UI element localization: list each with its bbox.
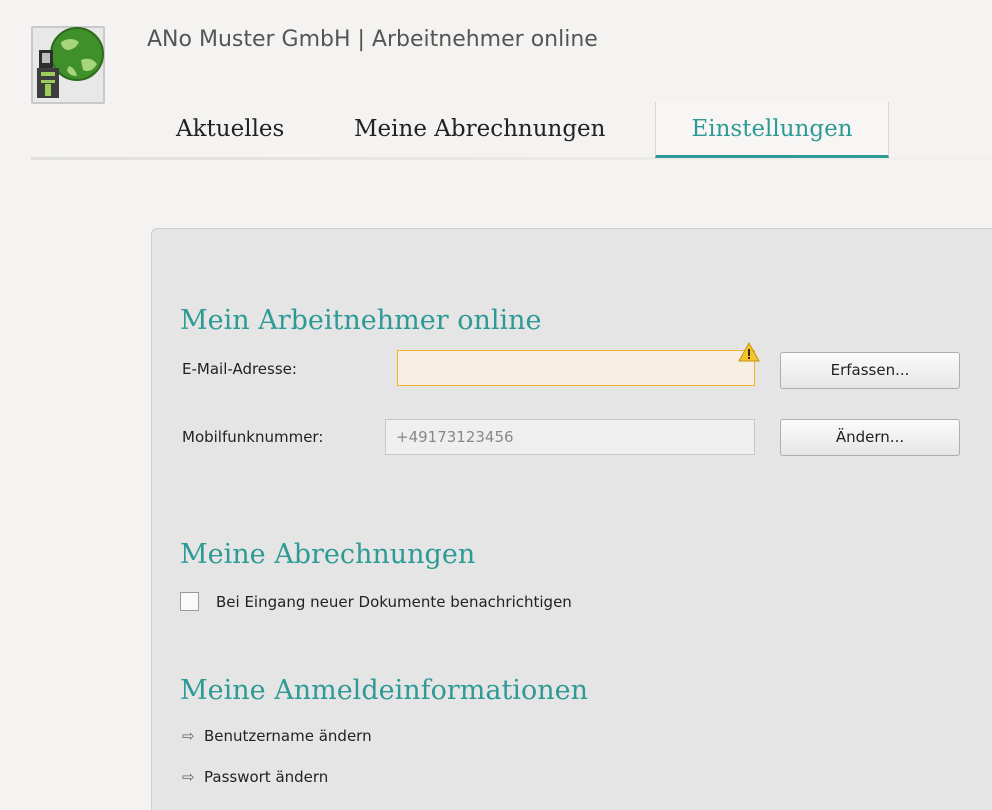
- section-title-statements: Meine Abrechnungen: [180, 539, 476, 570]
- section-title-account: Mein Arbeitnehmer online: [180, 305, 542, 336]
- arrow-right-icon: ⇨: [182, 727, 195, 745]
- arrow-right-icon: ⇨: [182, 768, 195, 786]
- change-password-label: Passwort ändern: [204, 768, 329, 786]
- globe-user-logo-icon: [31, 20, 109, 106]
- change-username-link[interactable]: ⇨ Benutzername ändern: [182, 727, 372, 745]
- warning-icon: [738, 341, 760, 363]
- mobile-label: Mobilfunknummer:: [182, 428, 324, 446]
- section-title-login: Meine Anmeldeinformationen: [180, 675, 588, 706]
- change-username-label: Benutzername ändern: [204, 727, 372, 745]
- mobile-aendern-button[interactable]: Ändern...: [780, 419, 960, 456]
- email-field[interactable]: [397, 350, 755, 386]
- email-label: E-Mail-Adresse:: [182, 360, 297, 378]
- tab-aktuelles[interactable]: Aktuelles: [176, 116, 284, 142]
- email-erfassen-button[interactable]: Erfassen...: [780, 352, 960, 389]
- mobile-field[interactable]: [385, 419, 755, 455]
- tab-meine-abrechnungen[interactable]: Meine Abrechnungen: [354, 116, 605, 142]
- notify-checkbox[interactable]: [180, 592, 199, 611]
- notify-label[interactable]: Bei Eingang neuer Dokumente benachrichti…: [216, 593, 572, 611]
- app-title: ANo Muster GmbH | Arbeitnehmer online: [147, 27, 598, 52]
- main-nav: Aktuelles Meine Abrechnungen Einstellung…: [0, 102, 992, 164]
- change-password-link[interactable]: ⇨ Passwort ändern: [182, 768, 328, 786]
- app-window: ANo Muster GmbH | Arbeitnehmer online Ak…: [0, 0, 992, 810]
- tab-einstellungen[interactable]: Einstellungen: [655, 102, 889, 158]
- settings-panel: Mein Arbeitnehmer online E-Mail-Adresse:…: [151, 228, 992, 810]
